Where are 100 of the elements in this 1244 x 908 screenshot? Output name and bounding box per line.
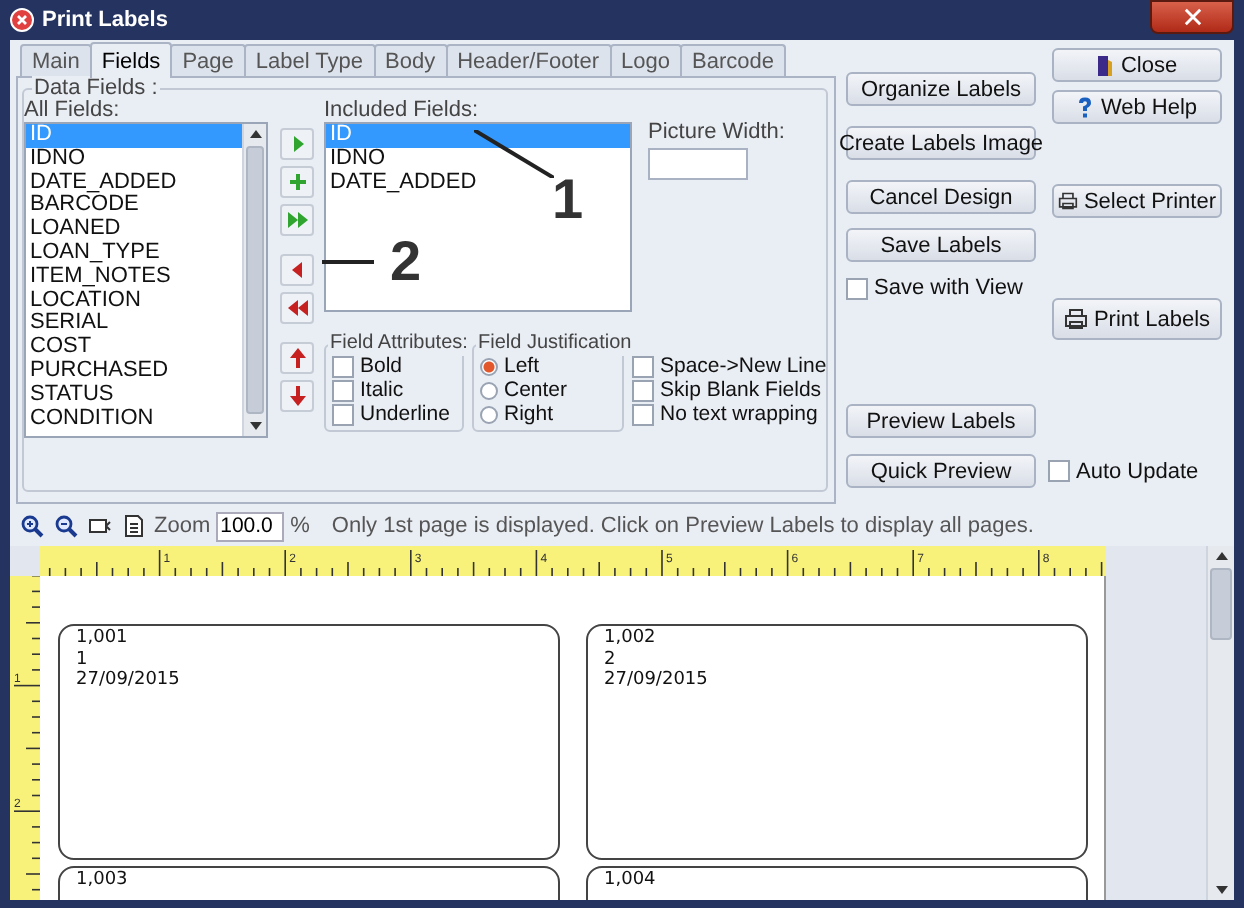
picture-width-label: Picture Width: [648, 120, 785, 144]
tab[interactable]: Barcode [680, 44, 786, 76]
tab[interactable]: Logo [609, 44, 683, 76]
move-up-button[interactable] [280, 342, 314, 374]
double-triangle-icon [287, 298, 307, 318]
checkbox[interactable] [632, 403, 654, 425]
add-field-button[interactable] [280, 128, 314, 160]
callout-number: 1 [552, 172, 584, 228]
checkbox-label: Space->New Line [660, 354, 827, 378]
preview-button[interactable]: Preview Labels [846, 404, 1036, 438]
zoom-field[interactable]: 100.0 [216, 511, 285, 541]
close-button[interactable] [1150, 0, 1234, 34]
label-text: 1,004 [604, 870, 656, 891]
checkbox[interactable] [632, 355, 654, 377]
checkbox[interactable] [332, 355, 354, 377]
list-item[interactable]: ITEM_NOTES [26, 265, 242, 290]
zoom-label: Zoom [154, 514, 211, 538]
help-button[interactable]: Web Help [1052, 90, 1222, 124]
list-item[interactable]: SERIAL [26, 312, 242, 337]
leader-line [474, 130, 554, 178]
list-item[interactable]: COST [26, 336, 242, 360]
plus-icon [287, 172, 307, 192]
label-text: 1,001 [76, 628, 128, 649]
scroll-down-icon[interactable] [247, 418, 263, 434]
triangle-icon [287, 260, 307, 280]
list-item[interactable]: LOCATION [26, 289, 242, 313]
down-arrow-icon [287, 386, 307, 406]
status-message: Only 1st page is displayed. Click on Preview Labels to display all pages. [331, 514, 1034, 538]
move-down-button[interactable] [280, 380, 314, 412]
scroll-down-icon[interactable] [1213, 882, 1229, 898]
scroll-up-icon[interactable] [247, 126, 263, 142]
action-button[interactable]: Organize Labels [846, 72, 1036, 106]
zoom-out-icon[interactable] [52, 512, 80, 540]
checkbox[interactable] [332, 403, 354, 425]
checkbox-label: Save with View [874, 276, 1023, 300]
radio-label: Center [504, 378, 568, 402]
list-item[interactable]: DATE_ADDED [26, 171, 242, 195]
scrollbar[interactable] [1206, 546, 1234, 900]
checkbox[interactable] [332, 379, 354, 401]
group-title: Data Fields : [32, 76, 160, 100]
tab[interactable]: Page [170, 44, 246, 76]
printer-button[interactable]: Print Labels [1052, 298, 1222, 340]
remove-field-button[interactable] [280, 254, 314, 286]
checkbox[interactable] [846, 277, 868, 299]
label-text: 2 [604, 649, 616, 670]
tab[interactable]: Label Type [243, 44, 376, 76]
all-fields-list[interactable]: ID IDNO DATE_ADDED BARCODE LOANED LOAN_TYPE ITEM_NOTES LOCATION SERIAL COST PURCHASED STATUS CONDITION [24, 122, 268, 438]
tab[interactable]: Body [373, 44, 448, 76]
radio-label: Left [504, 354, 540, 378]
checkbox[interactable] [1048, 460, 1070, 482]
scroll-thumb[interactable] [1210, 568, 1232, 640]
page-icon[interactable] [120, 512, 148, 540]
quick-preview-button[interactable]: Quick Preview [846, 454, 1036, 488]
checkbox-label: Underline [360, 402, 450, 426]
tab[interactable]: Fields [89, 42, 173, 78]
checkbox-label: No text wrapping [660, 402, 818, 426]
remove-all-button[interactable] [280, 292, 314, 324]
scrollbar[interactable] [242, 124, 266, 436]
up-arrow-icon [287, 348, 307, 368]
list-item[interactable]: LOANED [26, 218, 242, 242]
tab[interactable]: Header/Footer [445, 44, 612, 76]
label-text: 27/09/2015 [604, 670, 708, 691]
radio-button[interactable] [480, 405, 498, 423]
list-item[interactable]: PURCHASED [26, 359, 242, 384]
checkbox-label: Skip Blank Fields [660, 378, 822, 402]
label-text: 1,002 [604, 628, 656, 649]
close-icon [1183, 8, 1201, 26]
list-item[interactable]: BARCODE [26, 194, 242, 219]
leader-line [322, 260, 374, 264]
checkbox-label: Italic [360, 378, 404, 402]
callout-number: 2 [390, 234, 422, 290]
zoom-in-icon[interactable] [18, 512, 46, 540]
checkbox-label: Bold [360, 354, 403, 378]
list-item[interactable]: LOAN_TYPE [26, 241, 242, 266]
picture-width-field[interactable] [648, 148, 748, 180]
checkbox-label: Auto Update [1076, 459, 1199, 483]
group-title: Field Attributes: [328, 332, 470, 356]
close-button[interactable]: Close [1052, 48, 1222, 82]
window-title: Print Labels [42, 8, 170, 32]
app-icon [10, 8, 34, 32]
radio-button[interactable] [480, 381, 498, 399]
insert-field-button[interactable] [280, 166, 314, 198]
list-item[interactable]: IDNO [26, 147, 242, 172]
list-item[interactable]: IDNO [326, 147, 630, 172]
add-all-button[interactable] [280, 204, 314, 236]
printer-button[interactable]: Select Printer [1052, 184, 1222, 218]
double-triangle-icon [287, 210, 307, 230]
label-text: 1 [76, 649, 88, 670]
action-button[interactable]: Save Labels [846, 228, 1036, 262]
checkbox[interactable] [632, 379, 654, 401]
included-fields-label: Included Fields: [324, 98, 481, 122]
action-button[interactable]: Cancel Design [846, 180, 1036, 214]
list-item[interactable]: CONDITION [26, 407, 242, 431]
tab[interactable]: Main [20, 44, 92, 76]
scroll-thumb[interactable] [246, 146, 264, 414]
scroll-up-icon[interactable] [1213, 548, 1229, 564]
radio-button[interactable] [480, 357, 498, 375]
label-text: 27/09/2015 [76, 670, 180, 691]
list-item[interactable]: STATUS [26, 383, 242, 408]
printer-icon [1058, 190, 1078, 212]
